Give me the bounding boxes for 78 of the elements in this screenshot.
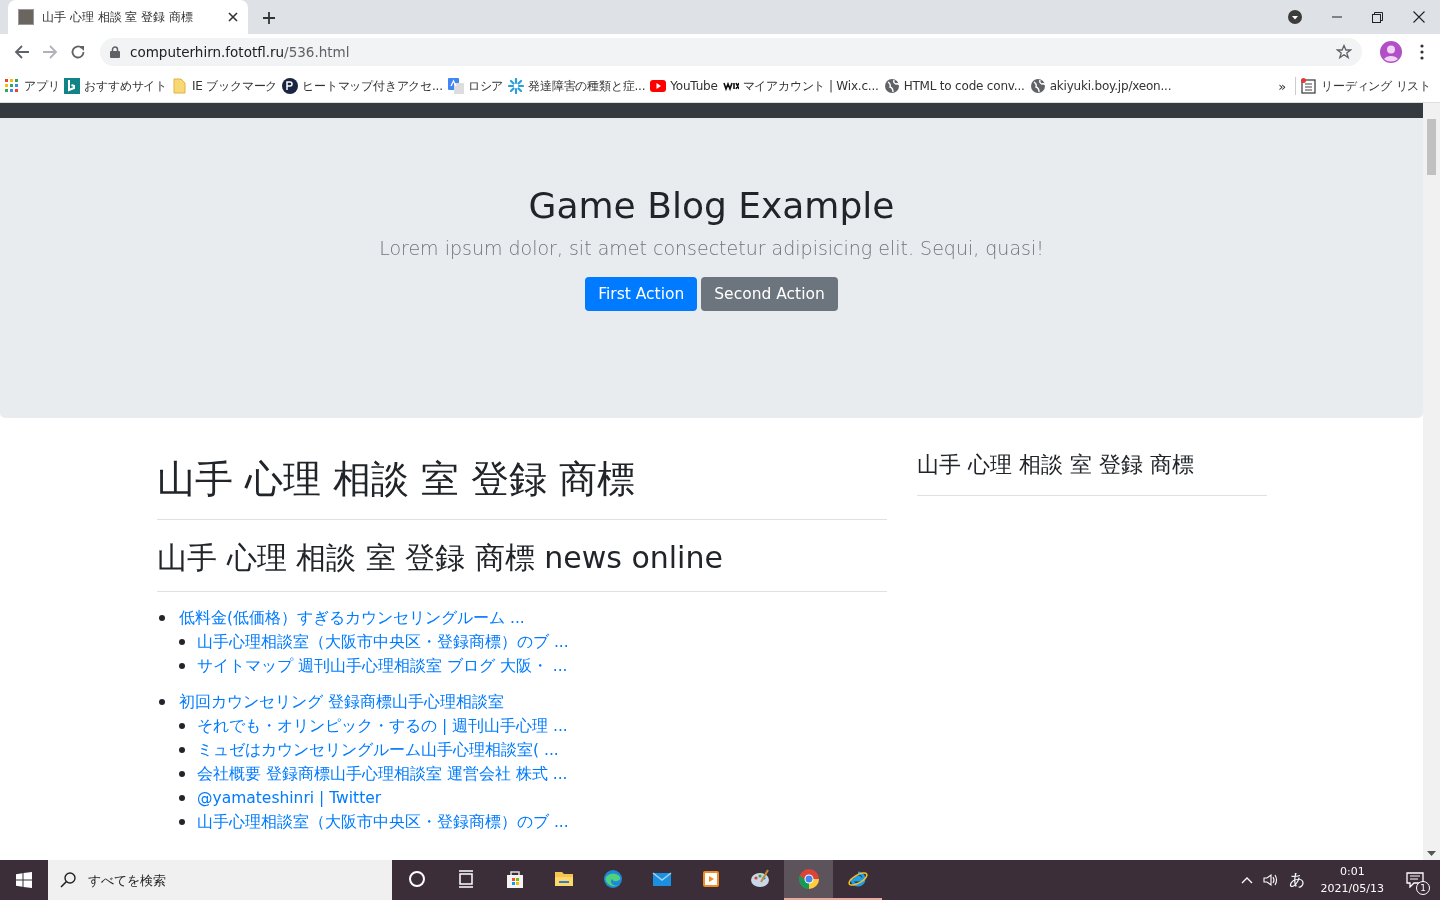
result-link[interactable]: 山手心理相談室（大阪市中央区・登録商標）のブ ... (197, 632, 569, 652)
bullet-icon (179, 795, 185, 801)
close-icon[interactable] (1413, 11, 1425, 23)
restore-icon[interactable] (1372, 11, 1383, 23)
tab-search-icon[interactable] (1288, 10, 1302, 24)
bookmark-item[interactable]: ロシア (447, 73, 504, 99)
bookmark-item[interactable]: ヒートマップ付きアクセ... (282, 73, 443, 99)
bullet-icon (179, 747, 185, 753)
scroll-down-icon[interactable] (1427, 851, 1436, 857)
bullet-icon (159, 615, 165, 621)
menu-icon[interactable] (1420, 44, 1424, 60)
result-link[interactable]: それでも・オリンピック・するの | 週刊山手心理 ... (197, 716, 568, 736)
hero-title: Game Blog Example (528, 184, 895, 228)
translate-icon (447, 78, 464, 94)
play-icon (650, 78, 667, 94)
result-link[interactable]: サイトマップ 週刊山手心理相談室 ブログ 大阪・ ... (197, 656, 568, 676)
palette-icon (748, 868, 771, 890)
windows-logo-icon (16, 872, 32, 888)
result-link[interactable]: 低料金(低価格）すぎるカウンセリングルーム ... (179, 608, 525, 628)
result-link[interactable]: 初回カウンセリング 登録商標山手心理相談室 (179, 692, 504, 712)
result-link[interactable]: 山手心理相談室（大阪市中央区・登録商標）のブ ... (197, 812, 569, 832)
result-link[interactable]: ミュゼはカウンセリングルーム山手心理相談室( ... (197, 740, 559, 760)
globe-icon (1029, 78, 1046, 94)
bookmark-item[interactable]: アプリ (4, 73, 60, 99)
result-link[interactable]: @yamateshinri | Twitter (197, 788, 382, 808)
clock-date: 2021/05/13 (1320, 881, 1384, 897)
avatar-icon[interactable] (1380, 41, 1402, 63)
apps-grid-icon (4, 78, 20, 94)
secondary-action-button[interactable]: Second Action (701, 277, 838, 312)
edge-logo-icon (601, 868, 624, 890)
primary-action-button[interactable]: First Action (585, 277, 698, 312)
bookmark-item[interactable]: 発達障害の種類と症... (508, 73, 646, 99)
star-icon[interactable] (1336, 44, 1352, 60)
section-heading: 山手 心理 相談 室 登録 商標 news online (157, 520, 887, 592)
favicon-icon (18, 9, 34, 25)
reading-list-icon (1301, 78, 1318, 94)
bookmark-item[interactable]: マイアカウント | Wix.c... (722, 73, 879, 99)
flower-icon (508, 78, 525, 94)
ime-indicator[interactable]: あ (1288, 869, 1305, 891)
browser-tab[interactable]: 山手 心理 相談 室 登録 商標 (8, 0, 248, 34)
close-icon[interactable] (228, 12, 238, 22)
globe-icon (883, 78, 900, 94)
bing-icon (64, 78, 81, 94)
back-arrow-icon[interactable] (14, 44, 30, 60)
taskbar-search-field[interactable]: すべてを検索 (48, 860, 392, 900)
taskbar-clock[interactable]: 0:01 2021/05/13 (1314, 863, 1390, 897)
scrollbar[interactable] (1423, 103, 1440, 860)
reload-icon[interactable] (70, 44, 86, 60)
page-heading: 山手 心理 相談 室 登録 商標 (157, 448, 887, 520)
bullet-icon (179, 639, 185, 645)
bookmark-item[interactable]: IE ブックマーク (172, 73, 278, 99)
notification-count: 1 (1416, 881, 1430, 895)
bookmarks-overflow-button[interactable]: » (1274, 76, 1291, 96)
bookmark-item[interactable]: HTML to code conv... (883, 74, 1025, 98)
clock-time: 0:01 (1339, 864, 1365, 880)
bullet-icon (179, 723, 185, 729)
bullet-icon (159, 699, 165, 705)
lock-icon (110, 46, 120, 58)
chrome-logo-icon (797, 868, 820, 890)
tab-title: 山手 心理 相談 室 登録 商標 (42, 8, 195, 26)
hero-subtitle: Lorem ipsum dolor, sit amet consectetur adipisicing elit. Sequi, quasi! (379, 237, 1044, 260)
chevron-up-icon[interactable] (1240, 876, 1253, 884)
scrollbar-thumb[interactable] (1427, 119, 1436, 175)
pt-logo-icon (282, 78, 299, 94)
speaker-icon[interactable] (1262, 873, 1279, 887)
bookmark-item[interactable]: YouTube (650, 74, 718, 98)
reading-list-button[interactable]: リーディング リスト (1301, 73, 1431, 99)
notifications-button[interactable]: 1 (1400, 865, 1430, 895)
bullet-icon (179, 771, 185, 777)
sidebar-heading: 山手 心理 相談 室 登録 商標 (917, 448, 1267, 496)
new-tab-icon[interactable] (262, 11, 276, 25)
bullet-icon (179, 819, 185, 825)
bullet-icon (179, 663, 185, 669)
folder-icon (172, 78, 188, 94)
result-link[interactable]: 会社概要 登録商標山手心理相談室 運営会社 株式 ... (197, 764, 568, 784)
bookmark-item[interactable]: おすすめサイト (64, 73, 167, 99)
bookmark-item[interactable]: akiyuki.boy.jp/xeon... (1029, 74, 1172, 98)
search-icon (60, 872, 76, 888)
